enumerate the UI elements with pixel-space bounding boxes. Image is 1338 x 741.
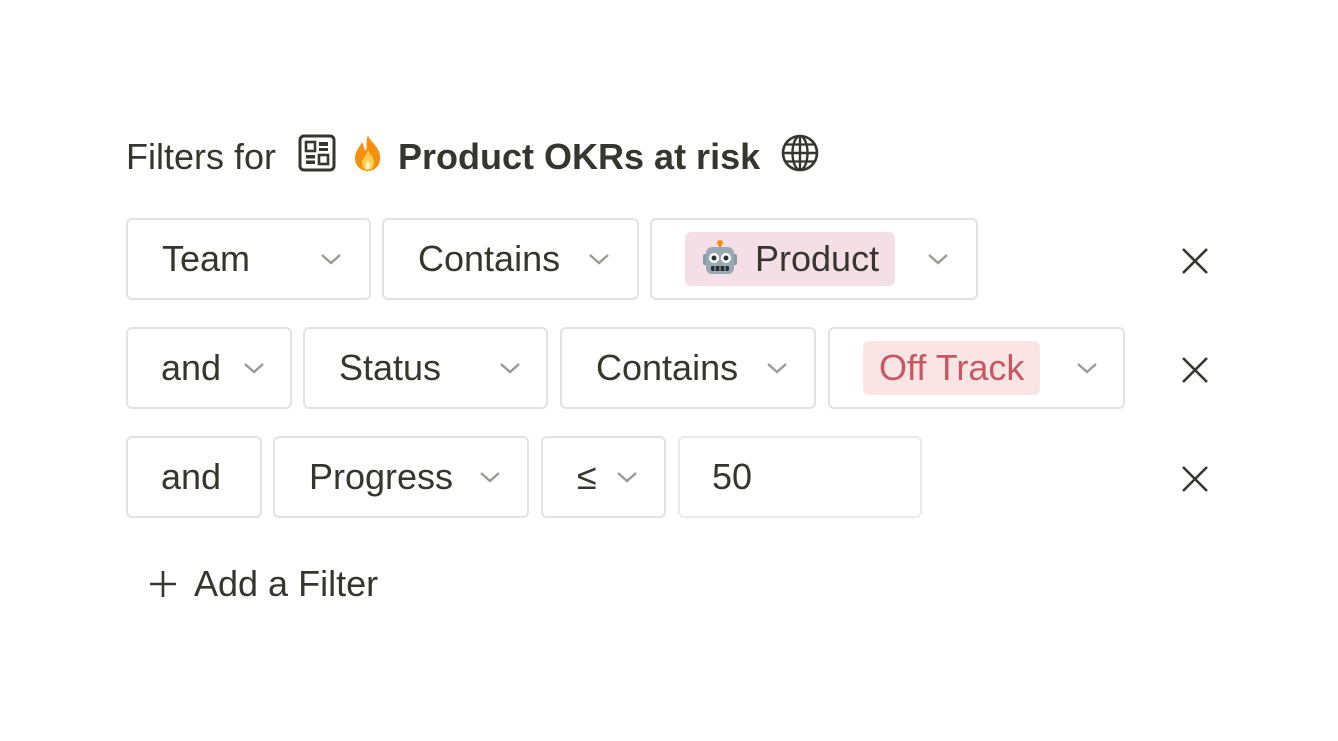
operator-label: Contains — [418, 238, 561, 279]
property-label: Team — [162, 238, 251, 279]
add-filter-button[interactable]: Add a Filter — [148, 562, 378, 606]
chevron-down-icon — [500, 363, 520, 374]
database-grid-icon — [298, 134, 352, 181]
operator-select[interactable]: Contains — [382, 218, 639, 300]
value-select[interactable]: Product — [650, 218, 978, 300]
operator-label: ≤ — [577, 456, 597, 497]
add-filter-label: Add a Filter — [194, 563, 379, 604]
operator-select[interactable]: ≤ — [541, 436, 666, 518]
close-icon[interactable] — [1179, 245, 1211, 277]
value-tag: Product — [685, 232, 896, 286]
robot-icon — [703, 240, 737, 274]
property-select[interactable]: Team — [126, 218, 371, 300]
value-tag: Off Track — [863, 341, 1041, 395]
chevron-down-icon — [1077, 363, 1097, 374]
value-label: Product — [755, 238, 880, 279]
filter-row-team: Team Contains Product — [126, 218, 1216, 304]
view-name: Product OKRs at risk — [398, 136, 761, 177]
value-input[interactable]: 50 — [678, 436, 922, 518]
header-prefix: Filters for — [126, 136, 277, 177]
fire-icon — [352, 134, 398, 181]
chevron-down-icon — [767, 363, 787, 374]
filter-row-progress: and Progress ≤ 50 — [126, 436, 1216, 522]
operator-select[interactable]: Contains — [560, 327, 816, 409]
conjunction-label: and — [161, 456, 222, 497]
filter-row-status: and Status Contains Off Track — [126, 327, 1216, 413]
chevron-down-icon — [617, 472, 637, 483]
chevron-down-icon — [244, 363, 264, 374]
property-select[interactable]: Status — [303, 327, 548, 409]
value-input-text: 50 — [712, 456, 753, 497]
value-select[interactable]: Off Track — [828, 327, 1125, 409]
close-icon[interactable] — [1179, 463, 1211, 495]
operator-label: Contains — [596, 347, 739, 388]
chevron-down-icon — [928, 254, 948, 265]
filters-header: Filters for Product OKRs at risk — [126, 134, 820, 180]
conjunction-label: and — [161, 347, 222, 388]
chevron-down-icon — [321, 254, 341, 265]
chevron-down-icon — [480, 472, 500, 483]
plus-icon — [150, 571, 176, 597]
chevron-down-icon — [589, 254, 609, 265]
close-icon[interactable] — [1179, 354, 1211, 386]
conjunction-select[interactable]: and — [126, 436, 262, 518]
property-label: Progress — [309, 456, 454, 497]
property-label: Status — [339, 347, 442, 388]
globe-icon[interactable] — [780, 133, 820, 182]
conjunction-select[interactable]: and — [126, 327, 292, 409]
property-select[interactable]: Progress — [273, 436, 529, 518]
